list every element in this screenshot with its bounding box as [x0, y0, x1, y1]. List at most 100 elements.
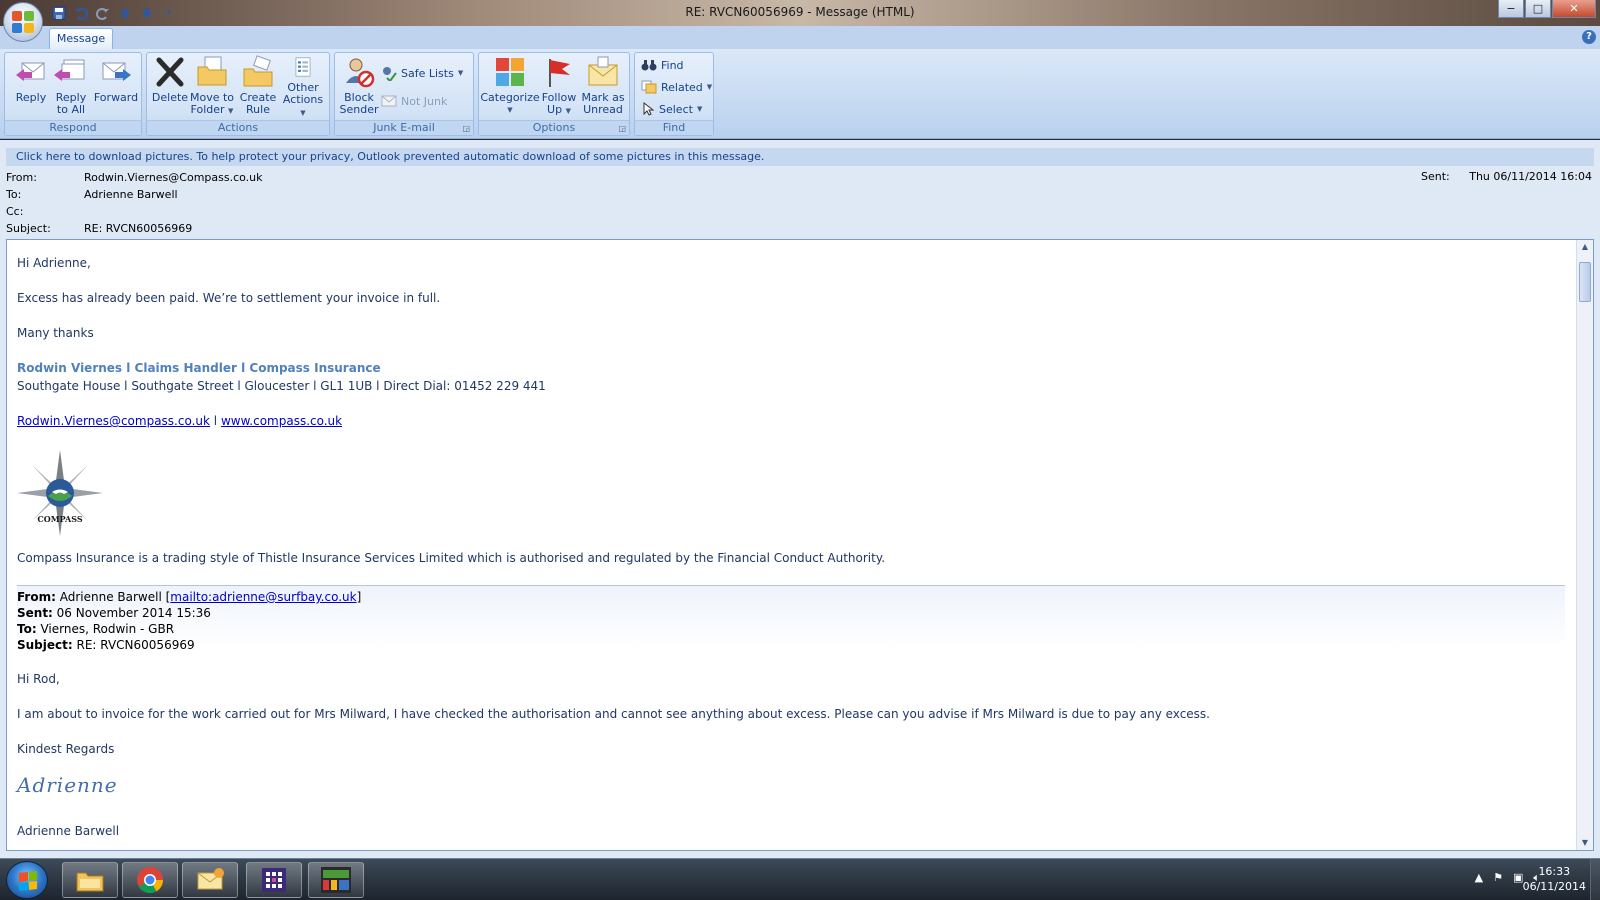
office-button[interactable] [3, 2, 43, 42]
compass-logo: COMPASS [17, 450, 103, 536]
signature-email-link[interactable]: Rodwin.Viernes@compass.co.uk [17, 414, 210, 428]
from-value[interactable]: Rodwin.Viernes@Compass.co.uk [84, 170, 263, 186]
select-button[interactable]: Select ▼ [641, 99, 702, 119]
quoted-from: From: Adrienne Barwell [mailto:adrienne@… [17, 590, 361, 604]
reply-label: Reply [15, 91, 47, 104]
create-rule-button[interactable]: Create Rule [237, 55, 279, 119]
taskbar-explorer[interactable] [62, 862, 118, 898]
header-cc: Cc: [6, 204, 906, 220]
sent-label: Sent: [1420, 170, 1450, 183]
block-sender-label-2: Sender [339, 103, 379, 116]
to-label: To: [6, 188, 22, 201]
clock-date: 06/11/2014 [1522, 880, 1586, 893]
follow-up-text: Up [547, 103, 563, 116]
scroll-down-icon[interactable]: ▼ [1577, 836, 1593, 850]
not-junk-button[interactable]: Not Junk [381, 91, 447, 111]
reply-button[interactable]: Reply [11, 55, 51, 119]
close-button[interactable]: ✕ [1552, 0, 1596, 18]
to-value[interactable]: Adrienne Barwell [84, 187, 178, 203]
categorize-label: Categorize [480, 91, 540, 104]
quoted-sent-label: Sent: [17, 606, 53, 620]
chevron-down-icon: ▼ [706, 83, 713, 91]
reply-all-button[interactable]: Reply to All [51, 55, 91, 119]
signature-web-link[interactable]: www.compass.co.uk [221, 414, 342, 428]
reply-line: I am about to invoice for the work carri… [17, 707, 1210, 721]
quoted-from-name: Adrienne Barwell [ [55, 590, 171, 604]
quoted-sent: Sent: 06 November 2014 15:36 [17, 606, 211, 620]
reply-all-icon [54, 59, 85, 81]
disclaimer: Compass Insurance is a trading style of … [17, 551, 886, 565]
quoted-to-label: To: [17, 622, 37, 636]
group-label-junk-email: Junk E-mail [335, 120, 473, 135]
chrome-icon [137, 867, 164, 894]
taskbar-clock[interactable]: 16:33 06/11/2014 [1523, 864, 1586, 894]
message-pane: Click here to download pictures. To help… [0, 140, 1600, 858]
show-desktop-button[interactable] [1590, 859, 1600, 900]
header-subject: Subject: RE: RVCN60056969 [6, 221, 906, 237]
maximize-button[interactable]: □ [1525, 0, 1551, 18]
related-icon [641, 80, 657, 94]
title-bar: ▼ RE: RVCN60056969 - Message (HTML) − □ … [0, 0, 1600, 26]
delete-icon [156, 57, 184, 87]
download-pictures-infobar[interactable]: Click here to download pictures. To help… [6, 148, 1594, 166]
tray-expand-icon[interactable]: ▲ [1475, 871, 1483, 885]
group-respond: Reply Reply to All Forward Respond [4, 52, 142, 136]
office-logo-icon [12, 11, 34, 33]
quoted-to: To: Viernes, Rodwin - GBR [17, 622, 174, 636]
dialog-launcher-icon[interactable]: ◲ [462, 124, 470, 133]
reply-name: Adrienne Barwell [17, 824, 120, 838]
forward-button[interactable]: Forward [93, 55, 139, 119]
tab-message[interactable]: Message [49, 28, 113, 49]
subject-value: RE: RVCN60056969 [84, 222, 193, 235]
scroll-thumb[interactable] [1579, 262, 1591, 302]
other-actions-button[interactable]: Other Actions ▼ [279, 55, 327, 119]
unread-envelope-icon [588, 56, 618, 86]
taskbar-calendar-app[interactable] [246, 862, 302, 898]
taskbar-sage[interactable] [308, 862, 364, 898]
signature-links: Rodwin.Viernes@compass.co.uk l www.compa… [17, 414, 342, 428]
quoted-subject-value: RE: RVCN60056969 [72, 638, 195, 652]
mark-as-unread-button[interactable]: Mark as Unread [579, 55, 627, 119]
compass-logo-icon: COMPASS [17, 450, 103, 536]
sage-icon [321, 867, 351, 893]
dialog-launcher-icon[interactable]: ◲ [618, 124, 626, 133]
scroll-up-icon[interactable]: ▲ [1577, 240, 1593, 254]
window-controls: − □ ✕ [1498, 0, 1596, 18]
group-options: Categorize ▼ Follow Up ▼ Mark as Unread … [478, 52, 630, 136]
chevron-down-icon: ▼ [300, 109, 306, 117]
follow-up-button[interactable]: Follow Up ▼ [539, 55, 579, 119]
block-sender-button[interactable]: Block Sender [339, 55, 379, 119]
help-icon[interactable]: ? [1582, 30, 1596, 44]
compass-logo-text: COMPASS [37, 514, 82, 524]
block-sender-icon [346, 58, 375, 88]
quoted-from-label: From: [17, 590, 56, 604]
rule-icon [243, 55, 273, 87]
delete-button[interactable]: Delete [151, 55, 189, 119]
quoted-subject: Subject: RE: RVCN60056969 [17, 638, 195, 652]
reply-all-label-2: to All [56, 103, 86, 116]
folder-icon [76, 872, 104, 892]
find-button[interactable]: Find [641, 55, 684, 75]
signature-link-separator: l [209, 414, 221, 428]
other-actions-icon [295, 57, 311, 77]
quoted-mailto-link[interactable]: mailto:adrienne@surfbay.co.uk [170, 590, 356, 604]
related-button[interactable]: Related ▼ [641, 77, 712, 97]
forward-icon [102, 62, 131, 81]
minimize-button[interactable]: − [1498, 0, 1524, 18]
move-to-folder-text: Folder [190, 103, 225, 116]
action-center-flag-icon[interactable]: ⚑ [1493, 871, 1503, 885]
header-from: From: Rodwin.Viernes@Compass.co.uk [6, 170, 906, 186]
chevron-down-icon: ▼ [507, 106, 513, 114]
cursor-icon [643, 102, 655, 116]
start-button[interactable] [6, 861, 48, 899]
body-scrollbar[interactable]: ▲ ▼ [1576, 240, 1593, 850]
move-to-folder-button[interactable]: Move to Folder ▼ [189, 55, 235, 119]
categorize-button[interactable]: Categorize ▼ [480, 55, 540, 119]
safe-lists-button[interactable]: Safe Lists ▼ [381, 63, 463, 83]
signature-name: Rodwin Viernes l Claims Handler l Compas… [17, 361, 381, 375]
taskbar-chrome[interactable] [122, 862, 178, 898]
other-actions-text: Actions [282, 93, 324, 106]
taskbar-outlook[interactable] [182, 862, 238, 898]
quoted-to-value: Viernes, Rodwin - GBR [36, 622, 175, 636]
message-body[interactable]: Hi Adrienne, Excess has already been pai… [6, 239, 1594, 851]
